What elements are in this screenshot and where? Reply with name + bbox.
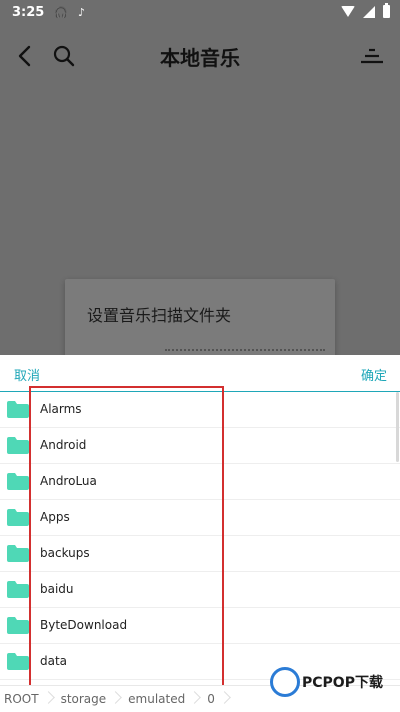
watermark-logo-icon [270, 667, 300, 697]
folder-icon [7, 473, 29, 490]
folder-icon [7, 509, 29, 526]
cancel-button[interactable]: 取消 [14, 365, 40, 384]
breadcrumb-item[interactable]: ROOT [0, 692, 57, 706]
sort-icon[interactable] [360, 46, 384, 66]
folder-icon [7, 617, 29, 634]
wifi-icon [341, 6, 355, 17]
folder-icon [7, 401, 29, 418]
dialog-title: 设置音乐扫描文件夹 [87, 306, 232, 325]
status-time: 3:25 [12, 4, 45, 20]
folder-icon [7, 581, 29, 598]
breadcrumb-item[interactable]: 0 [203, 692, 233, 706]
folder-icon [7, 545, 29, 562]
confirm-button[interactable]: 确定 [361, 365, 387, 384]
tiktok-icon: ♪ [78, 5, 86, 19]
page-title: 本地音乐 [160, 46, 240, 70]
status-bar: 3:25 🎧 ♪ [0, 0, 400, 24]
watermark-brand: PCPOP下载 [302, 675, 383, 691]
scrollbar[interactable] [396, 392, 399, 462]
breadcrumb-item[interactable]: emulated [124, 692, 203, 706]
app-header: 本地音乐 [0, 24, 400, 88]
watermark: PCPOP下载 [270, 665, 395, 705]
headset-icon: 🎧 [54, 5, 69, 19]
folder-icon [7, 437, 29, 454]
signal-icon [363, 5, 375, 18]
battery-icon [383, 3, 390, 18]
folder-icon [7, 653, 29, 670]
breadcrumb-item[interactable]: storage [57, 692, 125, 706]
highlight-box [29, 386, 224, 711]
